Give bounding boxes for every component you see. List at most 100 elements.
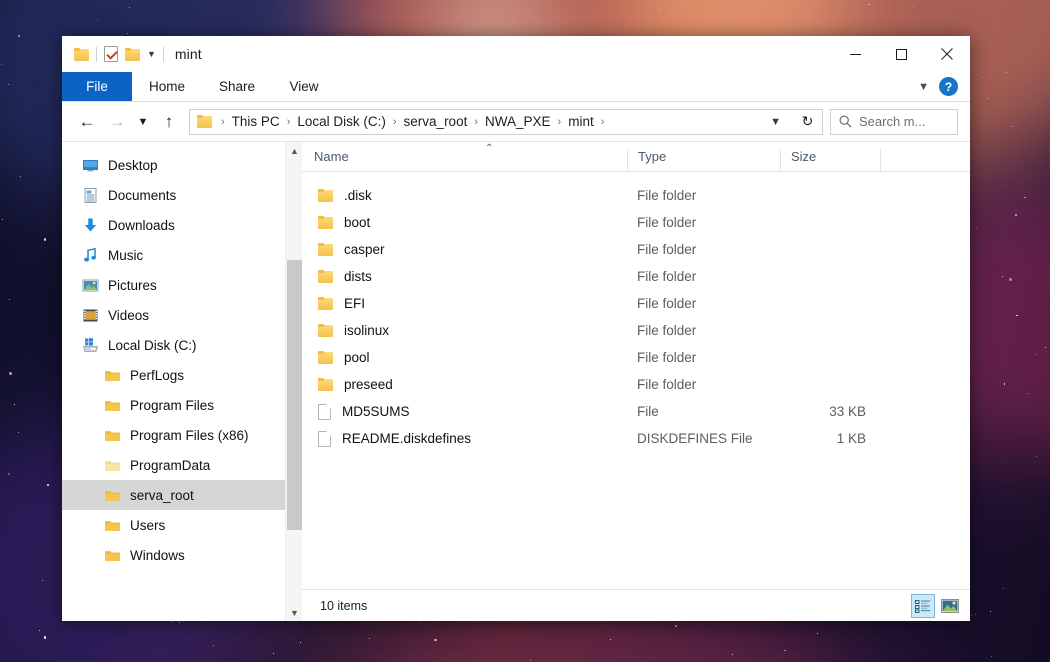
file-name-label: pool: [344, 350, 370, 365]
file-row[interactable]: README.diskdefines DISKDEFINES File 1 KB: [302, 425, 970, 452]
refresh-button[interactable]: ↻: [793, 108, 823, 135]
breadcrumb-this-pc[interactable]: This PC: [229, 114, 283, 129]
file-row[interactable]: casper File folder: [302, 236, 970, 263]
status-bar: 10 items: [302, 589, 970, 621]
new-folder-icon[interactable]: [125, 47, 140, 61]
file-row[interactable]: EFI File folder: [302, 290, 970, 317]
sidebar-item-program-files[interactable]: Program Files: [62, 390, 302, 420]
scroll-down-icon[interactable]: ▼: [286, 604, 302, 621]
details-view-button[interactable]: [911, 593, 935, 618]
tab-share[interactable]: Share: [202, 72, 272, 101]
file-icon: [318, 430, 331, 447]
sidebar-item-label: Pictures: [108, 277, 157, 293]
navigation-tree: Desktop Documents Downloads Music Pictures Vi…: [62, 142, 302, 570]
close-button[interactable]: [924, 36, 970, 72]
sidebar-item-label: Program Files: [130, 397, 215, 413]
desktop-icon: [82, 157, 99, 174]
maximize-button[interactable]: [878, 36, 924, 72]
file-type-cell: File folder: [637, 242, 697, 257]
file-name-label: MD5SUMS: [342, 404, 410, 419]
minimize-button[interactable]: [832, 36, 878, 72]
breadcrumb-nwa-pxe[interactable]: NWA_PXE: [482, 114, 554, 129]
sidebar-item-serva-root[interactable]: serva_root: [62, 480, 302, 510]
address-bar[interactable]: › This PC › Local Disk (C:) › serva_root…: [189, 108, 794, 135]
chevron-down-icon[interactable]: ▼: [918, 81, 929, 93]
search-box[interactable]: Search m...: [830, 108, 958, 135]
tab-file[interactable]: File: [62, 72, 132, 101]
file-row[interactable]: pool File folder: [302, 344, 970, 371]
tab-home[interactable]: Home: [132, 72, 202, 101]
sidebar-item-label: Program Files (x86): [130, 427, 249, 443]
sidebar-item-windows[interactable]: Windows: [62, 540, 302, 570]
folder-icon: [318, 189, 333, 202]
nav-scrollbar-thumb[interactable]: [287, 260, 302, 530]
sidebar-item-label: Windows: [130, 547, 185, 563]
file-size-cell: 1 KB: [836, 431, 866, 446]
address-folder-icon: [197, 115, 212, 128]
sidebar-item-program-files-x86[interactable]: Program Files (x86): [62, 420, 302, 450]
sidebar-item-documents[interactable]: Documents: [62, 180, 302, 210]
quick-access-toolbar: ▼: [62, 46, 164, 62]
window-controls: [832, 36, 970, 72]
file-name-label: preseed: [344, 377, 393, 392]
sidebar-item-music[interactable]: Music: [62, 240, 302, 270]
breadcrumb-separator: ›: [286, 115, 291, 128]
breadcrumb-separator: ›: [474, 115, 479, 128]
tab-view[interactable]: View: [272, 72, 336, 101]
up-button[interactable]: ↑: [154, 107, 184, 137]
breadcrumb-separator: ›: [600, 115, 605, 128]
sidebar-item-label: serva_root: [130, 487, 194, 503]
file-name-label: EFI: [344, 296, 366, 311]
sidebar-item-programdata[interactable]: ProgramData: [62, 450, 302, 480]
qat-divider-2: [162, 46, 164, 62]
properties-icon[interactable]: [104, 46, 118, 62]
folder-dim-icon: [104, 457, 121, 474]
file-name-cell: isolinux: [302, 323, 627, 338]
file-row[interactable]: .disk File folder: [302, 182, 970, 209]
file-row[interactable]: preseed File folder: [302, 371, 970, 398]
column-header-type[interactable]: Type: [627, 149, 780, 171]
sidebar-item-downloads[interactable]: Downloads: [62, 210, 302, 240]
search-input[interactable]: Search m...: [859, 114, 925, 129]
file-type-cell: File folder: [637, 323, 697, 338]
file-row[interactable]: isolinux File folder: [302, 317, 970, 344]
large-icons-view-button[interactable]: [938, 594, 962, 618]
column-header-name[interactable]: Name: [302, 149, 627, 171]
back-button[interactable]: ←: [72, 107, 102, 137]
file-row[interactable]: MD5SUMS File 33 KB: [302, 398, 970, 425]
sidebar-item-videos[interactable]: Videos: [62, 300, 302, 330]
help-icon[interactable]: ?: [939, 77, 958, 96]
sidebar-item-perflogs[interactable]: PerfLogs: [62, 360, 302, 390]
folder-icon: [74, 47, 89, 61]
music-icon: [82, 247, 99, 264]
breadcrumb-mint[interactable]: mint: [565, 114, 597, 129]
sidebar-item-pictures[interactable]: Pictures: [62, 270, 302, 300]
sidebar-item-local-disk-c[interactable]: Local Disk (C:): [62, 330, 302, 360]
customize-chevron-icon[interactable]: ▼: [147, 49, 156, 59]
scroll-up-icon[interactable]: ▲: [286, 142, 302, 159]
file-row[interactable]: boot File folder: [302, 209, 970, 236]
file-row[interactable]: dists File folder: [302, 263, 970, 290]
column-headers: Name Type Size ⌃: [302, 142, 970, 172]
nav-scrollbar[interactable]: ▲ ▼: [285, 142, 302, 621]
file-name-cell: EFI: [302, 296, 627, 311]
folder-icon: [318, 378, 333, 391]
forward-button[interactable]: →: [102, 107, 132, 137]
file-name-cell: MD5SUMS: [302, 403, 627, 420]
breadcrumb-local-disk[interactable]: Local Disk (C:): [294, 114, 389, 129]
column-header-size[interactable]: Size: [780, 149, 880, 171]
window-body: Desktop Documents Downloads Music Pictures Vi…: [62, 141, 970, 621]
breadcrumb-serva-root[interactable]: serva_root: [401, 114, 471, 129]
ribbon-tab-bar: File Home Share View ▼ ?: [62, 72, 970, 102]
sidebar-item-label: Videos: [108, 307, 150, 323]
folder-icon: [104, 427, 121, 444]
item-count-label: 10 items: [320, 598, 368, 613]
folder-icon: [104, 547, 121, 564]
file-name-label: README.diskdefines: [342, 431, 472, 446]
file-name-cell: dists: [302, 269, 627, 284]
sidebar-item-users[interactable]: Users: [62, 510, 302, 540]
sidebar-item-label: Music: [108, 247, 144, 263]
sidebar-item-desktop[interactable]: Desktop: [62, 150, 302, 180]
address-dropdown-icon[interactable]: ▼: [758, 116, 793, 128]
recent-locations-button[interactable]: ▼: [132, 107, 154, 137]
